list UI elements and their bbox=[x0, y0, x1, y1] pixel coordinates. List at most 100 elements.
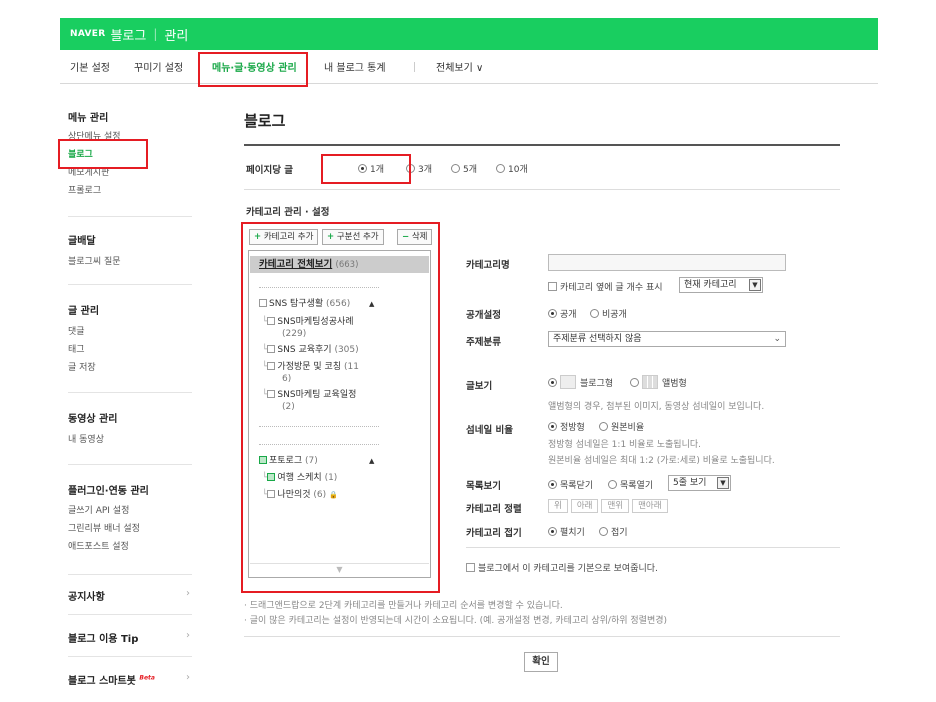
highlight-box-per-page bbox=[321, 154, 411, 184]
radio-icon bbox=[496, 164, 505, 173]
list-open-label: 목록열기 bbox=[620, 481, 654, 491]
thumb-original-label: 원본비율 bbox=[611, 423, 645, 433]
sidebar-divider bbox=[68, 392, 192, 393]
category-sort-label: 카테고리 정렬 bbox=[466, 504, 522, 515]
admin-title[interactable]: 관리 bbox=[164, 25, 188, 44]
checkbox-icon bbox=[548, 282, 557, 291]
topic-select-value: 주제분류 선택하지 않음 bbox=[553, 334, 642, 344]
default-category-checkbox[interactable]: 블로그에서 이 카테고리를 기본으로 보여줍니다. bbox=[466, 561, 658, 574]
sidebar-item-my-videos[interactable]: 내 동영상 bbox=[68, 432, 104, 445]
sidebar-divider bbox=[68, 216, 192, 217]
per-page-option-10[interactable]: 10개 bbox=[496, 162, 528, 175]
fold-collapse[interactable]: 접기 bbox=[599, 525, 628, 538]
sidebar-link-notice[interactable]: 공지사항 bbox=[68, 588, 105, 603]
radio-icon bbox=[630, 378, 639, 387]
sort-buttons: 위 아래 맨위 맨아래 bbox=[548, 499, 671, 513]
radio-icon bbox=[608, 480, 617, 489]
sidebar-divider bbox=[68, 574, 192, 575]
fold-expand-label: 펼치기 bbox=[560, 528, 585, 538]
sidebar-item-blogc-question[interactable]: 블로그씨 질문 bbox=[68, 254, 121, 267]
section-divider bbox=[244, 189, 840, 190]
show-count-label: 카테고리 옆에 글 개수 표시 bbox=[560, 283, 663, 293]
fold-collapse-label: 접기 bbox=[611, 528, 628, 538]
radio-icon bbox=[590, 309, 599, 318]
main-nav: 기본 설정 꾸미기 설정 메뉴·글·동영상 관리 내 블로그 통계 전체보기 ∨ bbox=[60, 50, 878, 84]
radio-icon bbox=[548, 480, 557, 489]
list-rows-select[interactable]: 5줄 보기 ▼ bbox=[668, 475, 731, 491]
sidebar-item-comments[interactable]: 댓글 bbox=[68, 324, 85, 337]
highlight-box-sidebar bbox=[58, 139, 148, 169]
per-page-option-5[interactable]: 5개 bbox=[451, 162, 477, 175]
visibility-public[interactable]: 공개 bbox=[548, 307, 577, 320]
visibility-label: 공개설정 bbox=[466, 310, 501, 321]
sidebar-item-saved-posts[interactable]: 글 저장 bbox=[68, 360, 96, 373]
sort-down-button[interactable]: 아래 bbox=[570, 499, 599, 513]
view-hint: 앨범형의 경우, 첨부된 이미지, 동영상 섬네일이 보입니다. bbox=[548, 402, 765, 412]
per-page-label: 페이지당 글 bbox=[246, 165, 294, 176]
view-album-type[interactable]: 앨범형 bbox=[630, 375, 687, 389]
settings-divider bbox=[466, 547, 840, 548]
tab-view-all[interactable]: 전체보기 ∨ bbox=[436, 59, 483, 74]
sidebar-heading-delivery: 글배달 bbox=[68, 236, 96, 247]
blog-title[interactable]: 블로그 bbox=[110, 25, 146, 44]
sidebar-item-green-review[interactable]: 그린리뷰 배너 설정 bbox=[68, 521, 140, 534]
radio-icon bbox=[548, 309, 557, 318]
tab-design-settings[interactable]: 꾸미기 설정 bbox=[134, 59, 183, 74]
tab-basic-settings[interactable]: 기본 설정 bbox=[70, 59, 110, 74]
category-fold-label: 카테고리 접기 bbox=[466, 528, 522, 539]
sidebar-link-smartbot[interactable]: 블로그 스마트봇 Beta bbox=[68, 672, 155, 687]
per-page-option-10-label: 10개 bbox=[508, 165, 528, 175]
visibility-public-label: 공개 bbox=[560, 310, 577, 320]
chevron-right-icon: › bbox=[186, 588, 190, 599]
thumb-square-label: 정방형 bbox=[560, 423, 585, 433]
sidebar-item-prologue[interactable]: 프롤로그 bbox=[68, 183, 101, 196]
fold-expand[interactable]: 펼치기 bbox=[548, 525, 585, 538]
radio-icon bbox=[548, 527, 557, 536]
thumb-hint-square: 정방형 섬네일은 1:1 비율로 노출됩니다. bbox=[548, 440, 701, 450]
sidebar-divider bbox=[68, 464, 192, 465]
view-album-type-label: 앨범형 bbox=[662, 379, 687, 389]
beta-badge: Beta bbox=[139, 674, 155, 682]
visibility-private[interactable]: 비공개 bbox=[590, 307, 627, 320]
list-close[interactable]: 목록닫기 bbox=[548, 478, 593, 491]
category-name-input[interactable] bbox=[548, 254, 786, 271]
list-rows-value: 5줄 보기 bbox=[673, 478, 707, 488]
album-type-icon bbox=[642, 375, 658, 389]
highlight-box-tree bbox=[241, 222, 440, 593]
per-page-option-5-label: 5개 bbox=[463, 165, 478, 175]
sidebar-heading-menu: 메뉴 관리 bbox=[68, 113, 109, 124]
chevron-right-icon: › bbox=[186, 630, 190, 641]
chevron-down-icon: ⌄ bbox=[773, 334, 781, 344]
sidebar-item-adpost[interactable]: 애드포스트 설정 bbox=[68, 539, 129, 552]
thumb-square[interactable]: 정방형 bbox=[548, 420, 585, 433]
chevron-down-icon: ▼ bbox=[749, 279, 761, 291]
radio-icon bbox=[599, 527, 608, 536]
sort-top-button[interactable]: 맨위 bbox=[601, 499, 630, 513]
naver-logo[interactable]: NAVER bbox=[70, 29, 105, 39]
tab-blog-stats[interactable]: 내 블로그 통계 bbox=[324, 59, 386, 74]
list-open[interactable]: 목록열기 bbox=[608, 478, 653, 491]
default-category-label: 블로그에서 이 카테고리를 기본으로 보여줍니다. bbox=[478, 564, 658, 574]
show-count-checkbox[interactable]: 카테고리 옆에 글 개수 표시 bbox=[548, 280, 663, 293]
radio-icon bbox=[599, 422, 608, 431]
sort-up-button[interactable]: 위 bbox=[548, 499, 568, 513]
sidebar-divider bbox=[68, 656, 192, 657]
sidebar-divider bbox=[68, 614, 192, 615]
per-page-option-3-label: 3개 bbox=[418, 165, 433, 175]
thumb-original[interactable]: 원본비율 bbox=[599, 420, 644, 433]
highlight-box-nav bbox=[198, 52, 308, 87]
show-count-select-value: 현재 카테고리 bbox=[684, 280, 737, 290]
nav-divider bbox=[414, 62, 415, 72]
header-separator: | bbox=[153, 27, 158, 41]
list-view-label: 목록보기 bbox=[466, 481, 501, 492]
thumb-hint-original: 원본비율 섬네일은 최대 1:2 (가로:세로) 비율로 노출됩니다. bbox=[548, 456, 775, 466]
confirm-button[interactable]: 확인 bbox=[524, 652, 558, 672]
view-blog-type[interactable]: 블로그형 bbox=[548, 375, 613, 389]
show-count-select[interactable]: 현재 카테고리 ▼ bbox=[679, 277, 763, 293]
sidebar-item-write-api[interactable]: 글쓰기 API 설정 bbox=[68, 503, 129, 516]
sort-bottom-button[interactable]: 맨아래 bbox=[632, 499, 668, 513]
topic-select[interactable]: 주제분류 선택하지 않음 ⌄ bbox=[548, 331, 786, 347]
sidebar-item-tags[interactable]: 태그 bbox=[68, 342, 85, 355]
sidebar-link-tips[interactable]: 블로그 이용 Tip bbox=[68, 630, 138, 645]
category-name-label: 카테고리명 bbox=[466, 260, 510, 271]
